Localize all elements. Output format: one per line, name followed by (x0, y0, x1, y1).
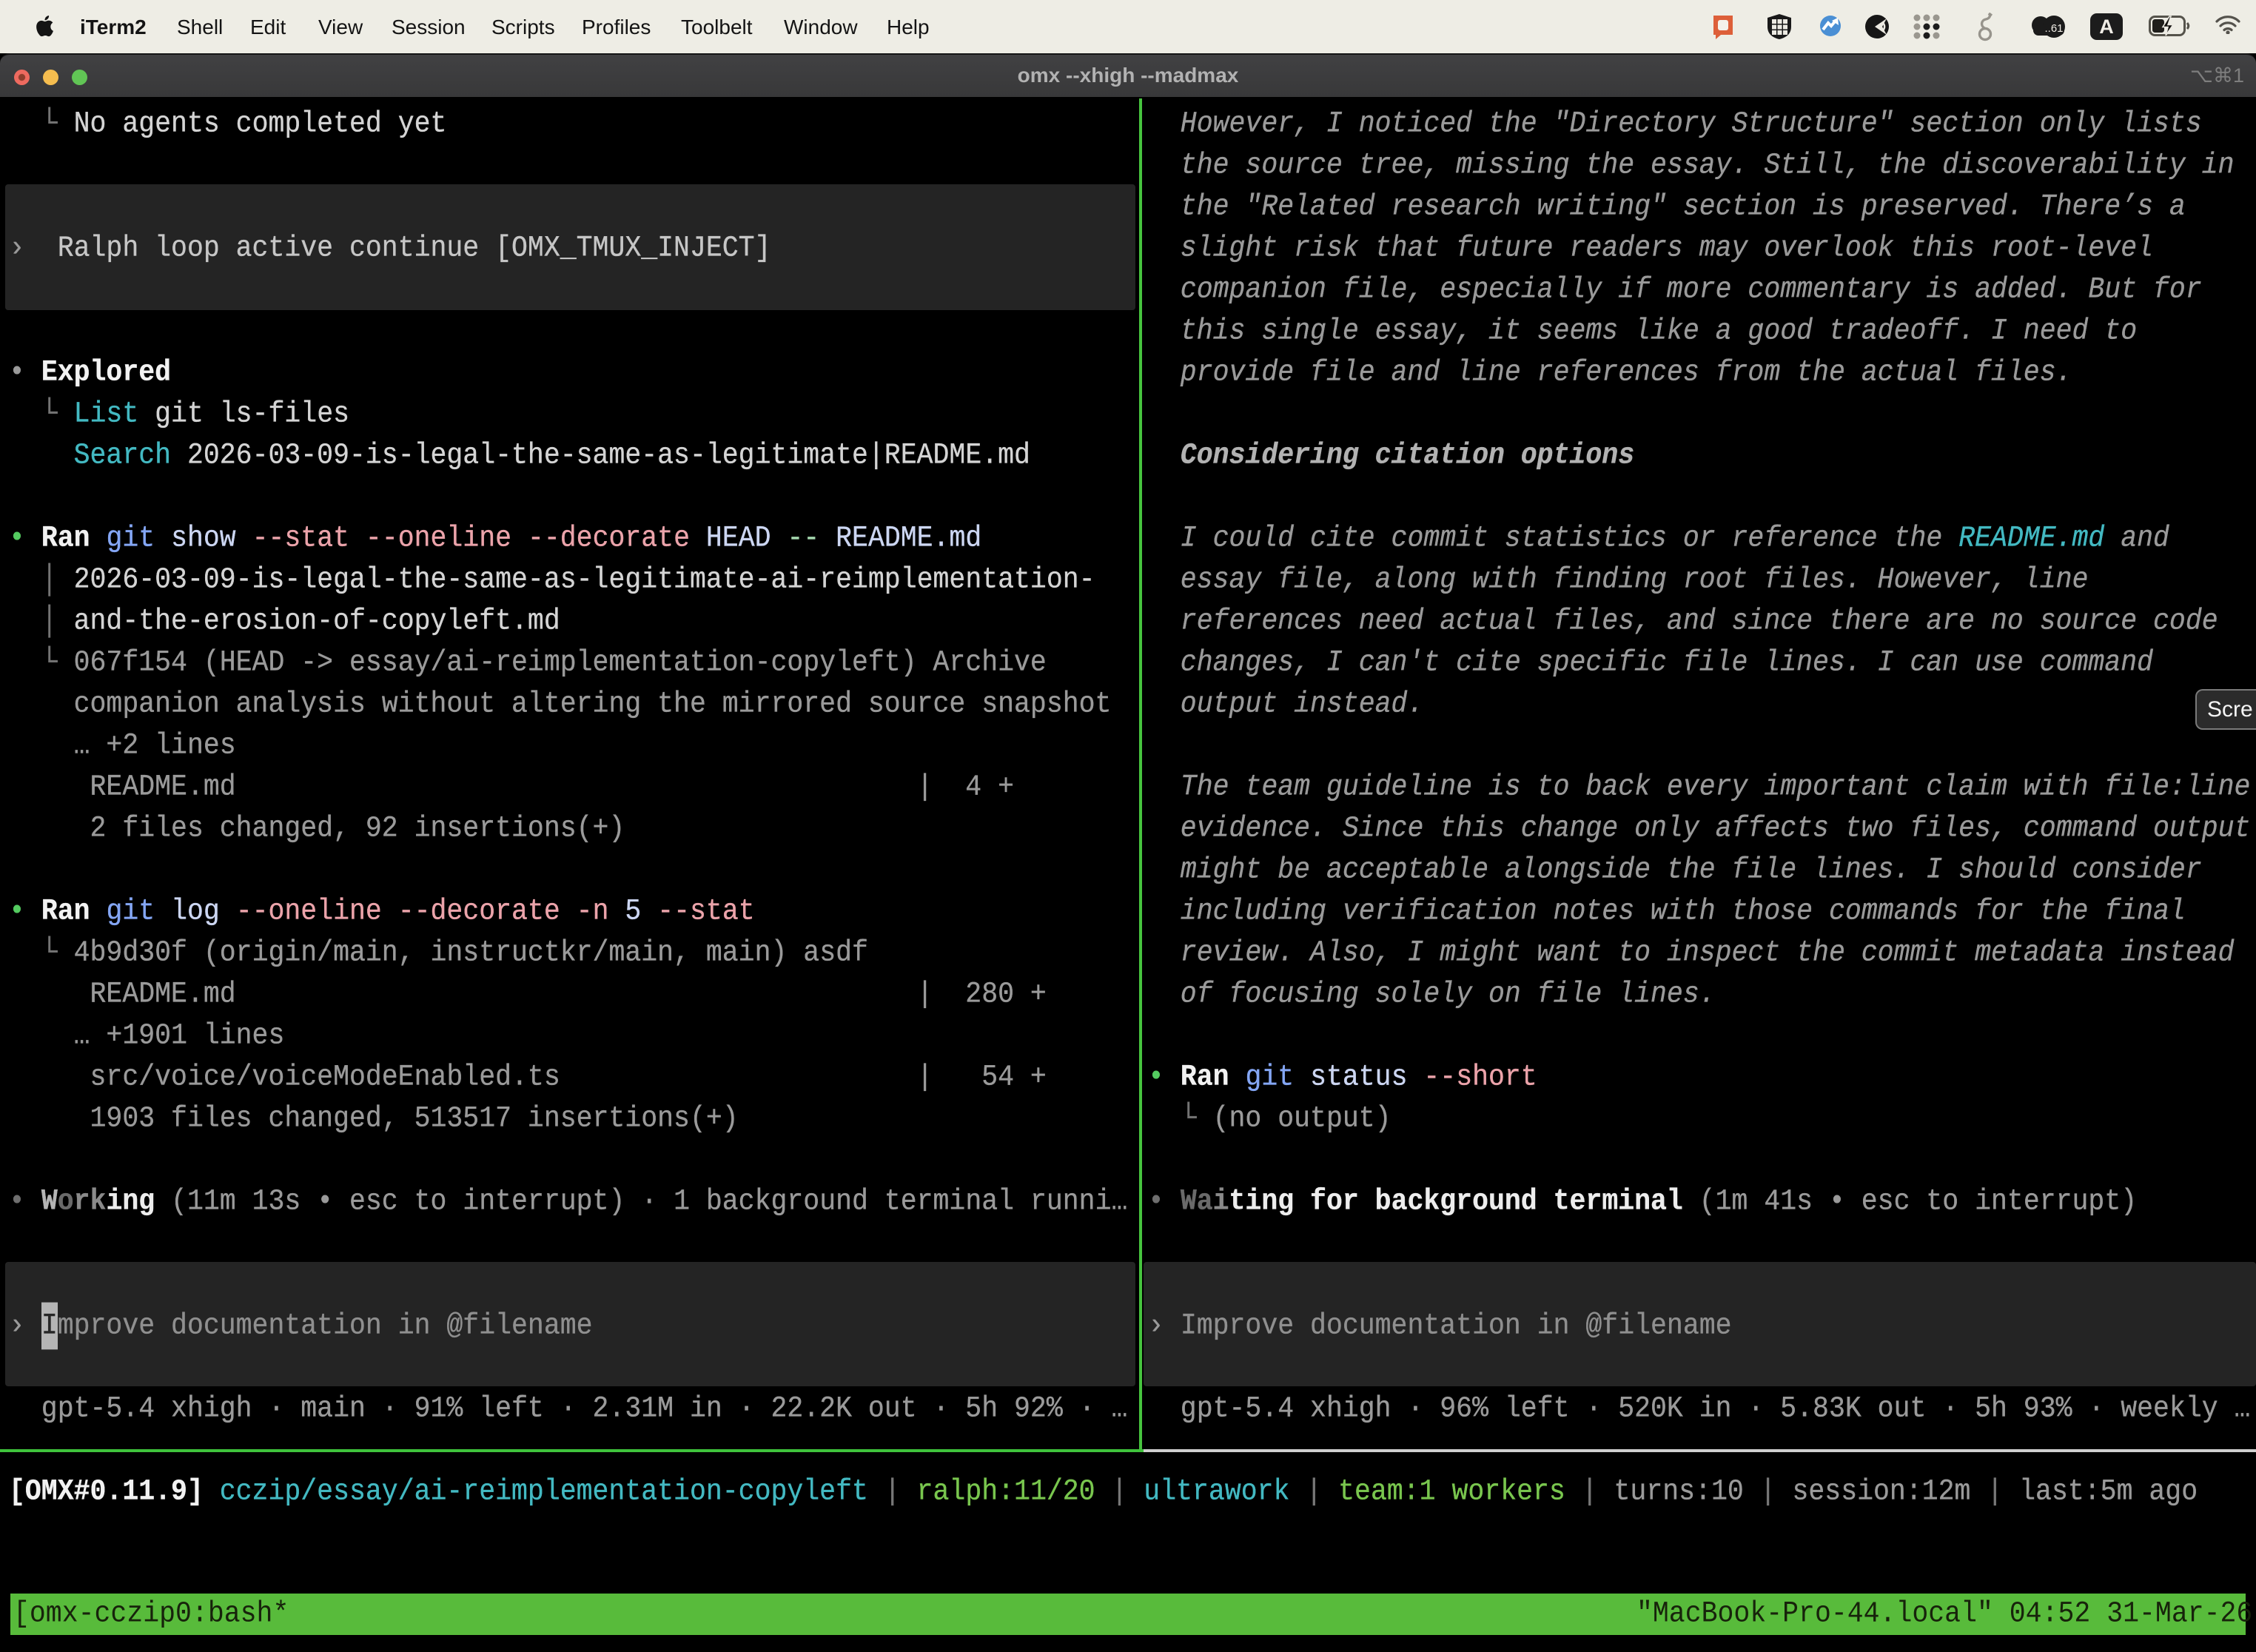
svg-text:..61: ..61 (2044, 22, 2063, 35)
